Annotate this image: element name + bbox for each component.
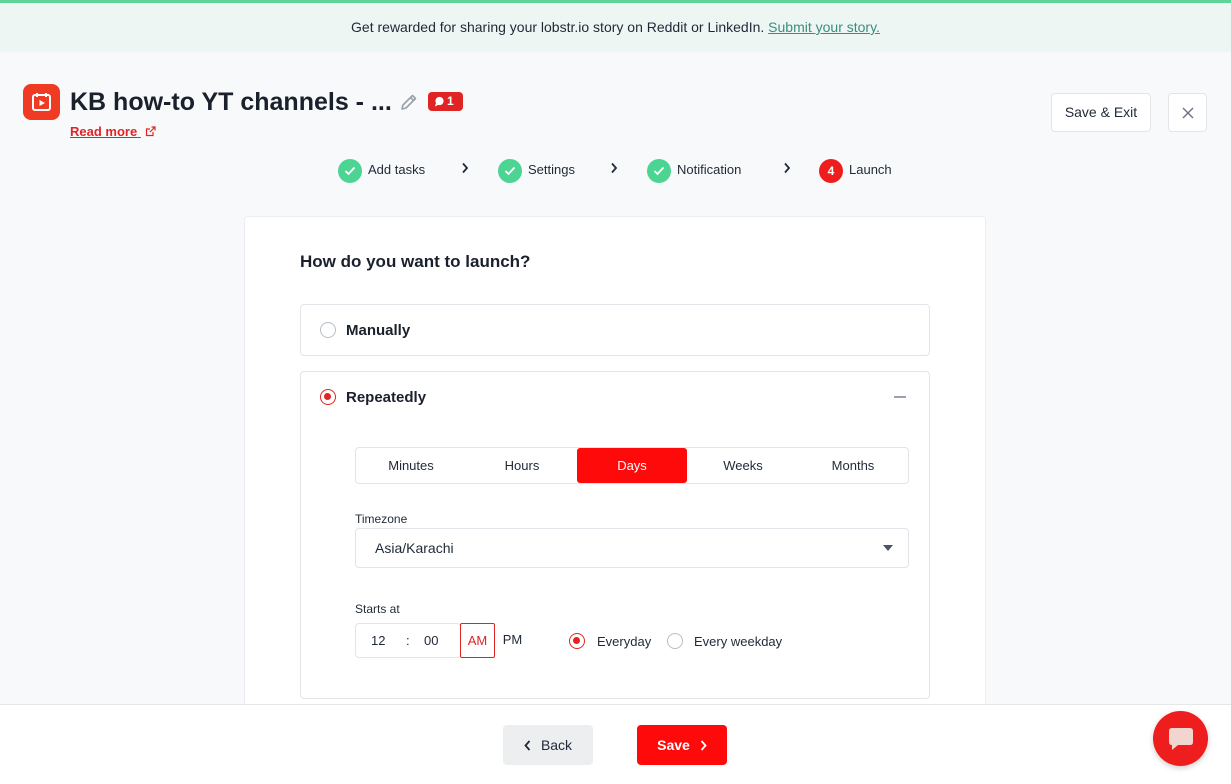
- chevron-right-icon: [784, 162, 791, 174]
- radio-repeatedly[interactable]: [320, 389, 336, 405]
- chevron-right-icon: [462, 162, 469, 174]
- submit-story-link[interactable]: Submit your story.: [768, 19, 880, 35]
- step-launch[interactable]: 4 Launch: [819, 157, 892, 183]
- footer-bar: [0, 704, 1231, 784]
- chat-button[interactable]: [1153, 711, 1208, 766]
- external-link-icon: [145, 126, 156, 137]
- starts-at-label: Starts at: [355, 602, 400, 616]
- tab-weeks[interactable]: Weeks: [688, 448, 798, 483]
- interval-tabs: Minutes Hours Days Weeks Months: [355, 447, 909, 484]
- step-add-tasks[interactable]: Add tasks: [338, 157, 426, 183]
- comment-badge[interactable]: 1: [428, 92, 463, 111]
- step-label: Settings: [528, 162, 575, 177]
- promo-banner: Get rewarded for sharing your lobstr.io …: [0, 0, 1231, 52]
- step-notification[interactable]: Notification: [647, 157, 742, 183]
- option-repeatedly-label: Repeatedly: [346, 389, 427, 406]
- radio-everyday[interactable]: [569, 633, 585, 649]
- time-separator: :: [406, 633, 410, 648]
- banner-text: Get rewarded for sharing your lobstr.io …: [351, 19, 765, 35]
- save-label: Save: [657, 737, 690, 753]
- radio-every-weekday[interactable]: [667, 633, 683, 649]
- hour-input[interactable]: 12: [371, 624, 385, 657]
- chat-bubble-icon: [1169, 728, 1193, 750]
- check-icon: [498, 158, 522, 183]
- save-exit-button[interactable]: Save & Exit: [1051, 93, 1151, 132]
- timezone-value: Asia/Karachi: [375, 540, 454, 556]
- step-number: 4: [819, 158, 843, 183]
- youtube-calendar-icon: [23, 84, 60, 120]
- read-more-link[interactable]: Read more: [70, 124, 156, 139]
- chevron-right-icon: [611, 162, 618, 174]
- step-settings[interactable]: Settings: [498, 157, 575, 183]
- everyday-label: Everyday: [597, 634, 652, 649]
- option-manually-label: Manually: [346, 322, 411, 339]
- timezone-label: Timezone: [355, 512, 408, 526]
- back-button[interactable]: Back: [503, 725, 593, 765]
- minus-icon[interactable]: [894, 396, 906, 398]
- save-button[interactable]: Save: [637, 725, 727, 765]
- chevron-right-icon: [700, 740, 707, 751]
- pencil-icon[interactable]: [399, 92, 419, 117]
- step-label: Add tasks: [368, 162, 426, 177]
- am-button[interactable]: AM: [460, 623, 495, 658]
- step-label: Launch: [849, 162, 892, 177]
- check-icon: [338, 158, 362, 183]
- comment-icon: [434, 96, 444, 107]
- launch-question: How do you want to launch?: [300, 252, 531, 271]
- close-icon: [1182, 107, 1194, 119]
- tab-days[interactable]: Days: [577, 448, 687, 483]
- step-label: Notification: [677, 162, 742, 177]
- back-label: Back: [540, 737, 573, 753]
- time-input: 12 : 00: [355, 623, 461, 658]
- page-title: KB how-to YT channels - ...: [70, 88, 392, 116]
- pm-button[interactable]: PM: [495, 623, 530, 658]
- radio-manually[interactable]: [320, 322, 336, 338]
- caret-down-icon: [883, 545, 893, 551]
- tab-minutes[interactable]: Minutes: [356, 448, 466, 483]
- close-button[interactable]: [1168, 93, 1207, 132]
- tab-months[interactable]: Months: [798, 448, 908, 483]
- read-more-label: Read more: [70, 124, 138, 139]
- timezone-select[interactable]: Asia/Karachi: [355, 528, 909, 568]
- minute-input[interactable]: 00: [424, 624, 438, 657]
- tab-hours[interactable]: Hours: [467, 448, 577, 483]
- badge-count: 1: [447, 94, 454, 108]
- every-weekday-label: Every weekday: [694, 634, 783, 649]
- chevron-left-icon: [524, 740, 531, 751]
- check-icon: [647, 158, 671, 183]
